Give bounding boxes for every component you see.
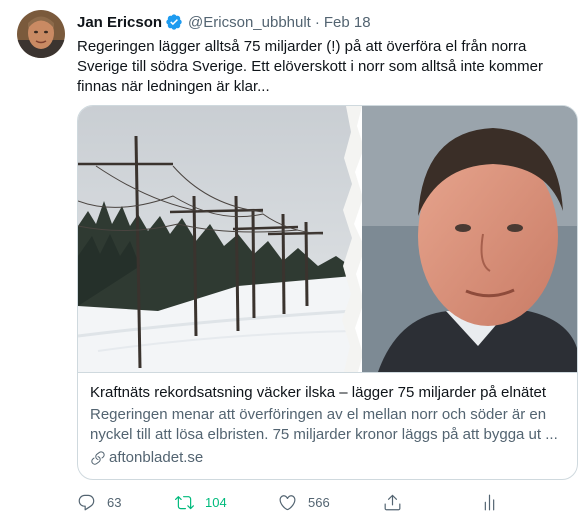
tweet-date[interactable]: Feb 18	[324, 14, 371, 31]
tweet[interactable]: Jan Ericson @Ericson_ubbhult · Feb 18 Re…	[0, 0, 587, 526]
separator-dot: ·	[314, 13, 320, 31]
share-button[interactable]	[383, 493, 402, 512]
avatar[interactable]	[17, 10, 65, 58]
like-count: 566	[308, 495, 330, 510]
heart-icon	[279, 495, 296, 511]
share-icon	[384, 494, 401, 511]
link-card[interactable]: Kraftnäts rekordsatsning väcker ilska – …	[77, 105, 578, 480]
reply-icon	[78, 494, 95, 511]
retweet-button[interactable]: 104	[175, 493, 227, 512]
card-body[interactable]: Kraftnäts rekordsatsning väcker ilska – …	[78, 372, 577, 479]
retweet-count: 104	[205, 495, 227, 510]
retweet-icon	[175, 496, 194, 510]
author-name[interactable]: Jan Ericson	[77, 14, 162, 31]
card-image[interactable]	[78, 106, 578, 372]
analytics-button[interactable]	[480, 493, 499, 512]
author-handle[interactable]: @Ericson_ubbhult	[188, 14, 311, 31]
reply-button[interactable]: 63	[77, 493, 121, 512]
action-bar: 63 104 566	[77, 493, 577, 513]
card-domain-text: aftonbladet.se	[109, 449, 204, 466]
card-domain[interactable]: aftonbladet.se	[90, 448, 567, 468]
reply-count: 63	[107, 495, 122, 510]
card-description: Regeringen menar att överföringen av el …	[90, 406, 558, 443]
like-button[interactable]: 566	[278, 493, 330, 512]
link-icon	[91, 451, 105, 465]
tweet-text: Regeringen lägger alltså 75 miljarder (!…	[77, 38, 544, 95]
verified-badge-icon	[165, 13, 183, 31]
card-title[interactable]: Kraftnäts rekordsatsning väcker ilska – …	[90, 383, 567, 403]
tweet-header: Jan Ericson @Ericson_ubbhult · Feb 18	[77, 12, 371, 32]
analytics-icon	[484, 494, 495, 511]
